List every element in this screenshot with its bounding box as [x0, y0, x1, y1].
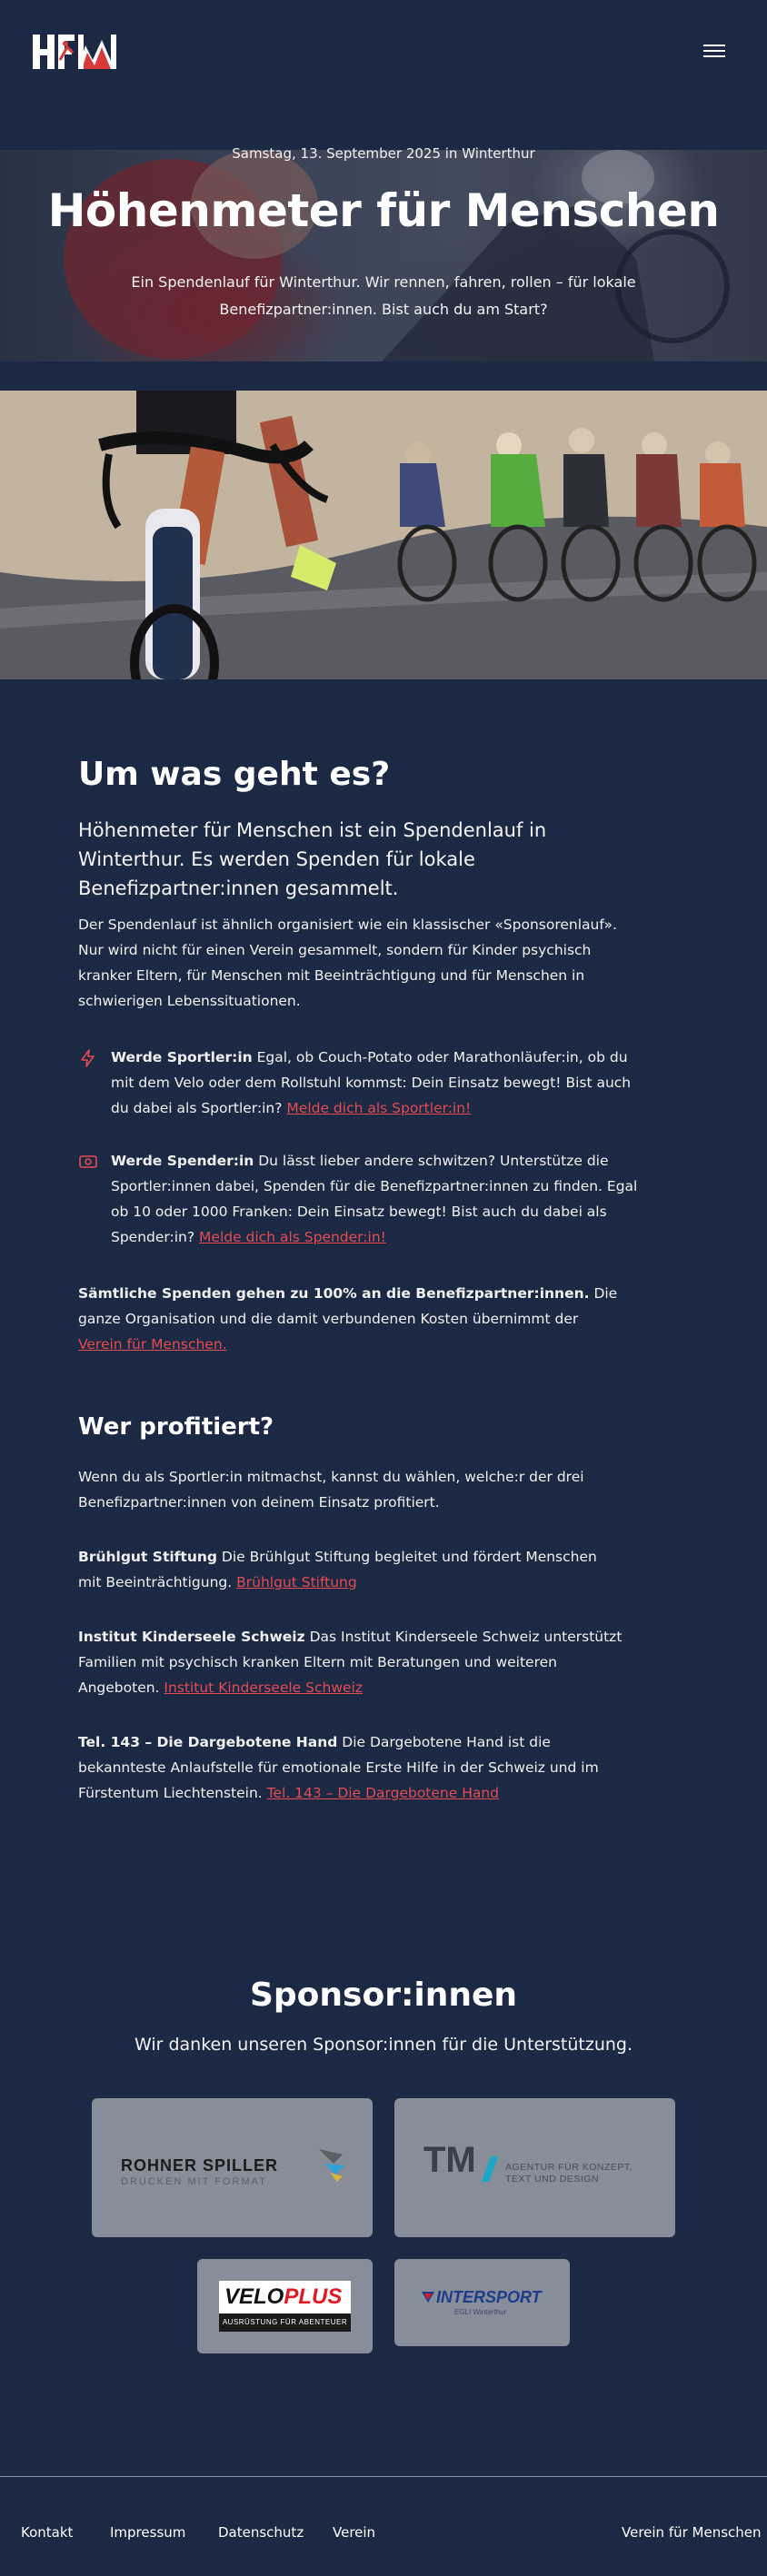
hamburger-menu-button[interactable] [703, 42, 725, 60]
sponsor-tagline: AUSRÜSTUNG FÜR ABENTEUER [219, 2313, 351, 2332]
hero-subtitle: Ein Spendenlauf für Winterthur. Wir renn… [131, 273, 636, 318]
sponsor-name: ROHNER SPILLER [121, 2156, 279, 2175]
feature-donor-text: Werde Spender:in Du lässt lieber andere … [111, 1148, 638, 1250]
hamburger-line [703, 50, 725, 52]
veloplus-wordmark: VELOPLUS [224, 2284, 342, 2310]
donation-note: Sämtliche Spenden gehen zu 100% an die B… [78, 1281, 623, 1357]
site-logo[interactable] [33, 33, 120, 71]
feature-athlete-title: Werde Sportler:in [111, 1049, 253, 1065]
money-icon [79, 1155, 97, 1168]
page-title: Höhenmeter für Menschen [47, 184, 720, 237]
beneficiaries-intro: Wenn du als Sportler:in mitmachst, kanns… [78, 1469, 584, 1511]
section-heading-about: Um was geht es? [78, 756, 391, 793]
beneficiary-item: Brühlgut Stiftung Die Brühlgut Stiftung … [78, 1544, 623, 1595]
hero-background-image [0, 150, 767, 362]
donation-note-bold: Sämtliche Spenden gehen zu 100% an die B… [78, 1285, 590, 1302]
veloplus-wordmark-a: VELO [224, 2284, 284, 2309]
sponsors-subtitle: Wir danken unseren Sponsor:innen für die… [134, 2035, 633, 2055]
beneficiary-name: Institut Kinderseele Schweiz [78, 1629, 305, 1645]
hamburger-line [703, 55, 725, 57]
about-intro: Der Spendenlauf ist ähnlich organisiert … [78, 916, 617, 1009]
beneficiary-link-kinderseele[interactable]: Institut Kinderseele Schweiz [164, 1679, 363, 1696]
hero-cyclist-illustration [64, 150, 730, 362]
sponsor-tagline: EGLI Winterthur [454, 2308, 507, 2316]
footer-link-imprint[interactable]: Impressum [110, 2524, 185, 2541]
sponsor-card-tm[interactable]: TM AGENTUR FÜR KONZEPT, TEXT UND DESIGN [394, 2098, 675, 2237]
rohner-spiller-logo-icon [319, 2149, 344, 2182]
tm-logo-slash-icon [482, 2156, 498, 2182]
beneficiary-name: Brühlgut Stiftung [78, 1549, 217, 1565]
footer-link-privacy[interactable]: Datenschutz [218, 2524, 304, 2541]
footer-divider [0, 2476, 767, 2477]
feature-donor-title: Werde Spender:in [111, 1153, 254, 1169]
footer-link-contact[interactable]: Kontakt [21, 2524, 73, 2541]
event-date: Samstag, 13. September 2025 in Winterthu… [232, 145, 535, 162]
sponsor-tagline: DRUCKEN MIT FORMAT [121, 2176, 267, 2187]
beneficiary-link-bruehlgut[interactable]: Brühlgut Stiftung [236, 1574, 357, 1590]
sponsor-card-intersport[interactable]: INTERSPORT EGLI Winterthur [394, 2259, 570, 2346]
beneficiary-name: Tel. 143 – Die Dargebotene Hand [78, 1734, 338, 1750]
beneficiary-link-143[interactable]: Tel. 143 – Die Dargebotene Hand [267, 1785, 499, 1801]
sponsor-name: TM [423, 2140, 476, 2180]
cyclists-photo [0, 391, 767, 679]
beneficiary-item: Tel. 143 – Die Dargebotene Hand Die Darg… [78, 1729, 623, 1806]
logo-icon [33, 35, 116, 69]
intersport-logo-icon [422, 2292, 434, 2303]
veloplus-logo: VELOPLUS AUSRÜSTUNG FÜR ABENTEUER [219, 2281, 351, 2332]
sponsor-card-rohner-spiller[interactable]: ROHNER SPILLER DRUCKEN MIT FORMAT [92, 2098, 373, 2237]
footer-link-verein-fuer-menschen[interactable]: Verein für Menschen [622, 2524, 762, 2541]
veloplus-wordmark-b: PLUS [284, 2284, 343, 2309]
section-heading-sponsors: Sponsor:innen [249, 1977, 517, 2014]
footer-link-association[interactable]: Verein [333, 2524, 375, 2541]
register-athlete-link[interactable]: Melde dich als Sportler:in! [286, 1100, 471, 1116]
site-header [0, 0, 767, 109]
association-link[interactable]: Verein für Menschen. [78, 1336, 227, 1352]
sponsor-name: INTERSPORT [436, 2288, 542, 2306]
sponsor-tagline: AGENTUR FÜR KONZEPT, TEXT UND DESIGN [505, 2162, 633, 2185]
section-heading-beneficiaries: Wer profitiert? [78, 1413, 274, 1441]
sponsor-card-veloplus[interactable]: VELOPLUS AUSRÜSTUNG FÜR ABENTEUER [197, 2259, 373, 2353]
bolt-icon [81, 1049, 95, 1067]
register-donor-link[interactable]: Melde dich als Spender:in! [199, 1229, 386, 1245]
hamburger-line [703, 45, 725, 46]
feature-athlete-text: Werde Sportler:in Egal, ob Couch-Potato … [111, 1045, 638, 1121]
cyclists-illustration [0, 391, 767, 679]
about-lead: Höhenmeter für Menschen ist ein Spendenl… [78, 819, 547, 899]
beneficiary-item: Institut Kinderseele Schweiz Das Institu… [78, 1624, 623, 1700]
